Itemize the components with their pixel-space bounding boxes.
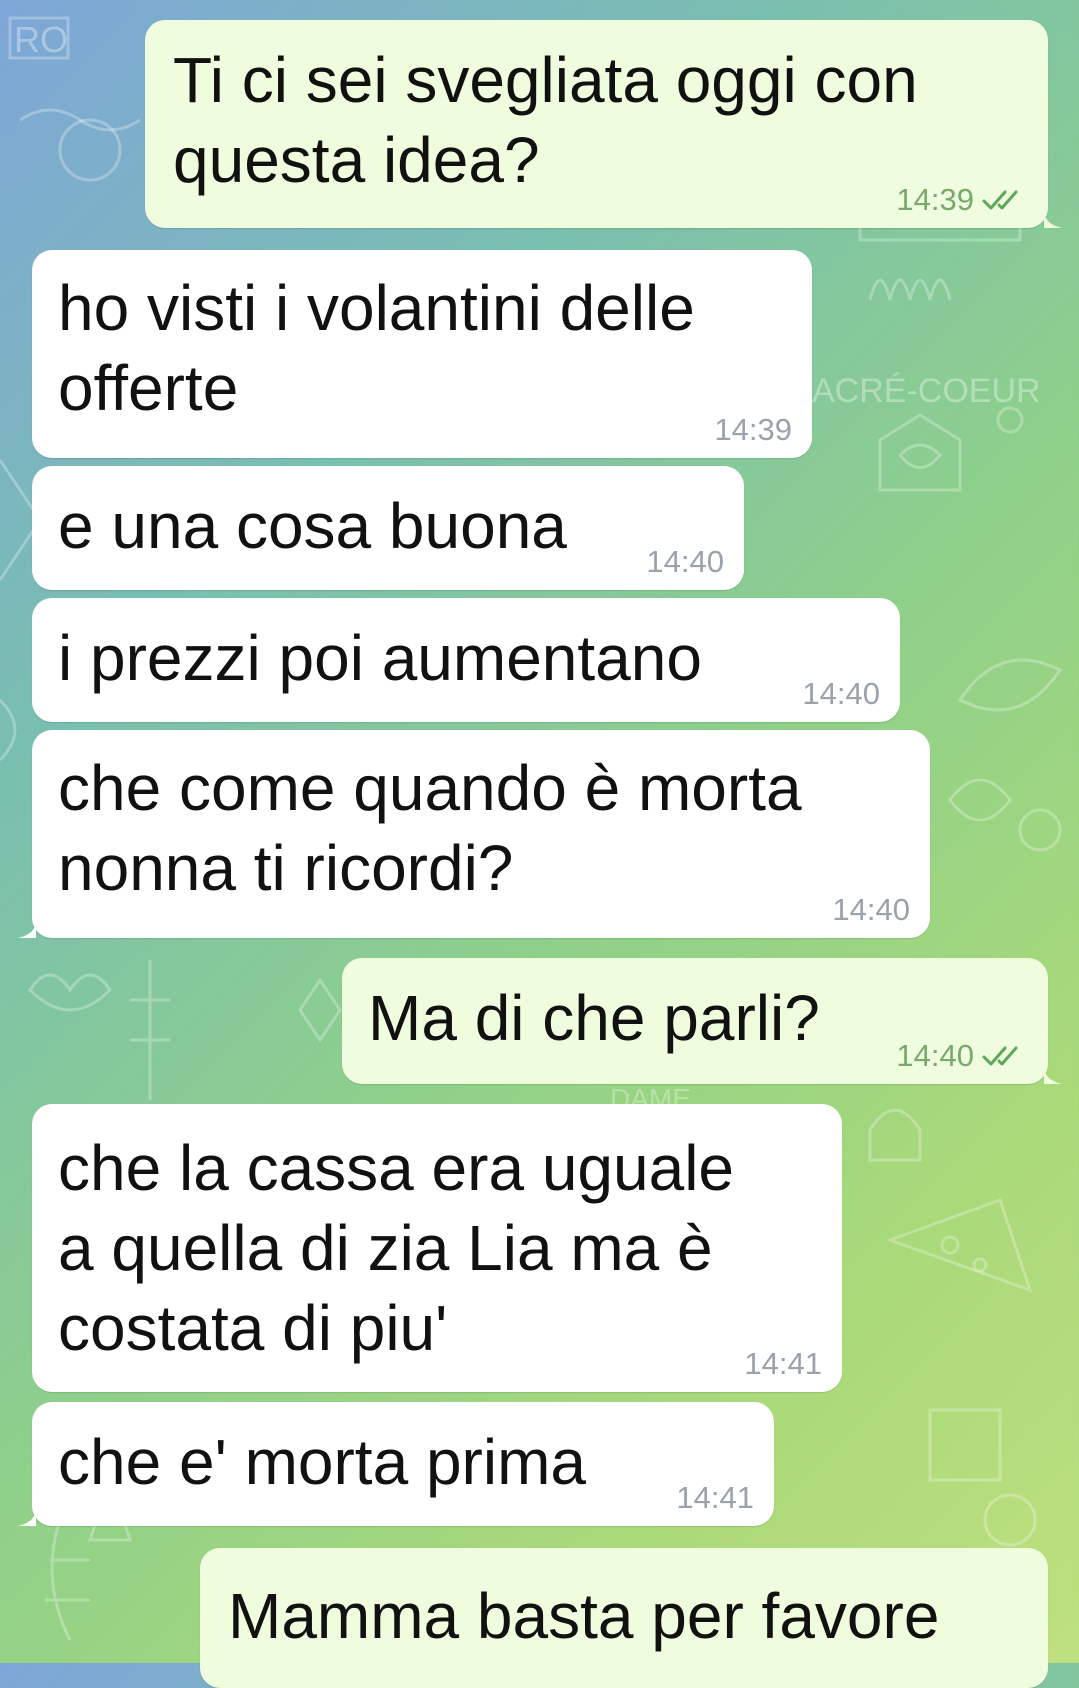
message-bubble-incoming[interactable]: i prezzi poi aumentano 14:40 xyxy=(32,598,900,722)
message-bubble-outgoing[interactable]: Ti ci sei svegliata oggi con questa idea… xyxy=(145,20,1062,228)
message-bubble-incoming[interactable]: che e' morta prima 14:41 xyxy=(18,1402,774,1526)
message-text: i prezzi poi aumentano xyxy=(58,622,702,694)
bubble-tail xyxy=(18,920,36,938)
message-bubble-incoming[interactable]: e una cosa buona 14:40 xyxy=(32,466,744,590)
message-text: Ma di che parli? xyxy=(368,982,820,1054)
message-text: Ti ci sei svegliata oggi con questa idea… xyxy=(173,44,918,196)
message-text: e una cosa buona xyxy=(58,490,567,562)
message-bubble-outgoing[interactable]: Ma di che parli? 14:40 xyxy=(342,958,1062,1084)
message-meta: 14:39 xyxy=(714,414,792,446)
message-text: che come quando è morta nonna ti ricordi… xyxy=(58,752,802,904)
message-meta: 14:41 xyxy=(676,1482,754,1514)
message-bubble-outgoing[interactable]: Mamma basta per favore xyxy=(200,1548,1048,1688)
message-meta: 14:41 xyxy=(744,1348,822,1380)
message-time: 14:41 xyxy=(676,1480,754,1515)
message-text: che e' morta prima xyxy=(58,1426,586,1498)
message-meta: 14:39 xyxy=(896,184,1028,216)
double-check-icon xyxy=(982,190,1018,210)
message-text: ho visti i volantini delle offerte xyxy=(58,272,695,424)
message-time: 14:40 xyxy=(646,544,724,579)
message-time: 14:39 xyxy=(896,182,974,217)
message-meta: 14:40 xyxy=(896,1040,1028,1072)
message-time: 14:40 xyxy=(896,1038,974,1073)
bubble-tail xyxy=(18,1508,36,1526)
message-meta: 14:40 xyxy=(832,894,910,926)
message-bubble-incoming[interactable]: ho visti i volantini delle offerte 14:39 xyxy=(32,250,812,458)
message-time: 14:40 xyxy=(832,892,910,927)
message-time: 14:40 xyxy=(802,676,880,711)
message-text: che la cassa era uguale a quella di zia … xyxy=(58,1132,734,1364)
message-bubble-incoming[interactable]: che come quando è morta nonna ti ricordi… xyxy=(18,730,930,938)
double-check-icon xyxy=(982,1046,1018,1066)
bubble-tail xyxy=(1044,1066,1062,1084)
message-time: 14:39 xyxy=(714,412,792,447)
message-meta: 14:40 xyxy=(646,546,724,578)
chat-messages[interactable]: Ti ci sei svegliata oggi con questa idea… xyxy=(0,0,1079,1688)
message-text: Mamma basta per favore xyxy=(228,1580,940,1652)
bubble-tail xyxy=(1044,210,1062,228)
message-bubble-incoming[interactable]: che la cassa era uguale a quella di zia … xyxy=(32,1104,842,1392)
message-meta: 14:40 xyxy=(802,678,880,710)
message-time: 14:41 xyxy=(744,1346,822,1381)
